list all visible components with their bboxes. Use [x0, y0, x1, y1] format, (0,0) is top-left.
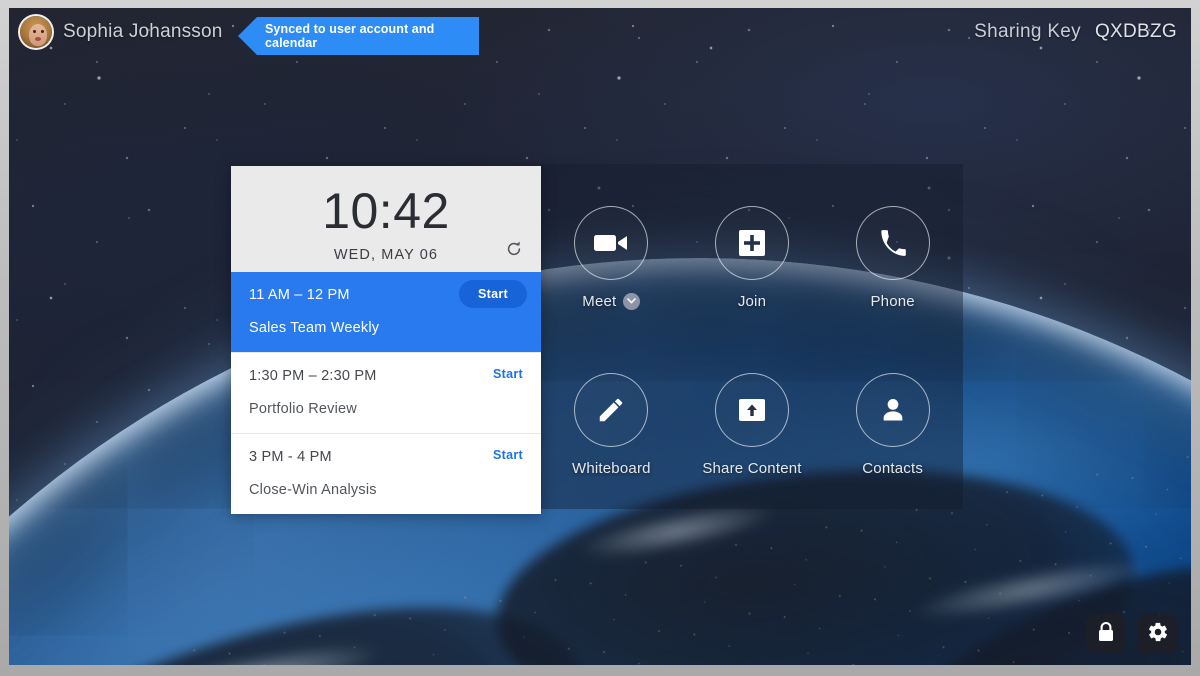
agenda-time: 1:30 PM – 2:30 PM	[249, 368, 377, 384]
avatar-eye	[33, 30, 36, 33]
sharing-key-label: Sharing Key	[974, 21, 1081, 42]
action-whiteboard[interactable]: Whiteboard	[546, 373, 676, 477]
action-phone-label-row: Phone	[870, 293, 914, 310]
action-meet-label-row: Meet	[582, 292, 641, 310]
sharing-key-value: QXDBZG	[1094, 21, 1177, 42]
clock-time: 10:42	[322, 183, 450, 239]
actions-panel: Meet Join Phone Whiteboard Share Content…	[541, 164, 963, 509]
action-label: Meet	[582, 292, 617, 310]
action-share-content[interactable]: Share Content	[687, 373, 817, 477]
avatar[interactable]	[18, 14, 54, 50]
action-label: Join	[737, 292, 767, 310]
lock-button[interactable]	[1086, 614, 1126, 654]
start-button[interactable]: Start	[493, 448, 523, 462]
action-meet[interactable]: Meet	[546, 205, 676, 310]
user-block[interactable]: Sophia Johansson	[18, 14, 223, 50]
agenda-title: Close-Win Analysis	[249, 482, 377, 498]
person-icon	[879, 396, 907, 424]
agenda-row-current[interactable]: 11 AM – 12 PM Sales Team Weekly Start	[231, 272, 541, 352]
action-share-content-label-row: Share Content	[702, 460, 801, 477]
clock-agenda-card: 10:42 WED, MAY 06 11 AM – 12 PM Sales Te…	[231, 166, 541, 514]
sync-status-callout: Synced to user account and calendar	[238, 17, 479, 55]
action-label: Contacts	[862, 460, 924, 478]
agenda-title: Sales Team Weekly	[249, 320, 380, 336]
plus-square-icon	[738, 229, 766, 257]
agenda-row[interactable]: 3 PM - 4 PM Close-Win Analysis Start	[231, 433, 541, 514]
phone-handset-icon	[879, 229, 907, 257]
clock-date: WED, MAY 06	[333, 247, 439, 263]
settings-button[interactable]	[1138, 614, 1178, 654]
device-frame: Sophia Johansson Synced to user account …	[0, 0, 1200, 676]
action-join[interactable]: Join	[687, 205, 817, 310]
action-whiteboard-label-row: Whiteboard	[572, 460, 651, 477]
share-upload-icon	[737, 396, 767, 424]
room-display-screen: Sophia Johansson Synced to user account …	[9, 8, 1191, 665]
action-label: Whiteboard	[571, 460, 651, 478]
avatar-mouth	[35, 37, 41, 41]
action-join-circle[interactable]	[714, 205, 789, 280]
sharing-key: Sharing Key QXDBZG	[974, 21, 1177, 43]
gear-icon	[1147, 621, 1169, 648]
agenda-title: Portfolio Review	[249, 401, 357, 417]
agenda-time: 3 PM - 4 PM	[249, 449, 332, 465]
start-button[interactable]: Start	[459, 280, 527, 308]
pencil-icon	[596, 395, 626, 425]
lock-icon	[1096, 621, 1116, 648]
video-camera-icon	[593, 231, 629, 255]
action-contacts-circle[interactable]	[855, 373, 930, 448]
top-bar: Sophia Johansson Synced to user account …	[9, 8, 1191, 56]
clock-header: 10:42 WED, MAY 06	[231, 166, 541, 272]
start-button[interactable]: Start	[493, 367, 523, 381]
avatar-face	[29, 24, 47, 46]
refresh-icon[interactable]	[503, 238, 525, 260]
action-phone-circle[interactable]	[855, 205, 930, 280]
chevron-down-icon[interactable]	[623, 292, 641, 310]
agenda-row[interactable]: 1:30 PM – 2:30 PM Portfolio Review Start	[231, 352, 541, 433]
bottom-controls	[1086, 614, 1178, 654]
action-meet-circle[interactable]	[574, 205, 649, 280]
action-share-content-circle[interactable]	[714, 373, 789, 448]
avatar-eye	[41, 30, 44, 33]
action-contacts-label-row: Contacts	[862, 460, 923, 477]
action-contacts[interactable]: Contacts	[828, 373, 958, 477]
action-label: Share Content	[702, 460, 802, 478]
user-name: Sophia Johansson	[63, 21, 223, 42]
action-label: Phone	[870, 292, 915, 310]
action-phone[interactable]: Phone	[828, 205, 958, 310]
action-whiteboard-circle[interactable]	[574, 373, 649, 448]
sync-status-text: Synced to user account and calendar	[265, 22, 435, 50]
action-join-label-row: Join	[738, 293, 766, 310]
